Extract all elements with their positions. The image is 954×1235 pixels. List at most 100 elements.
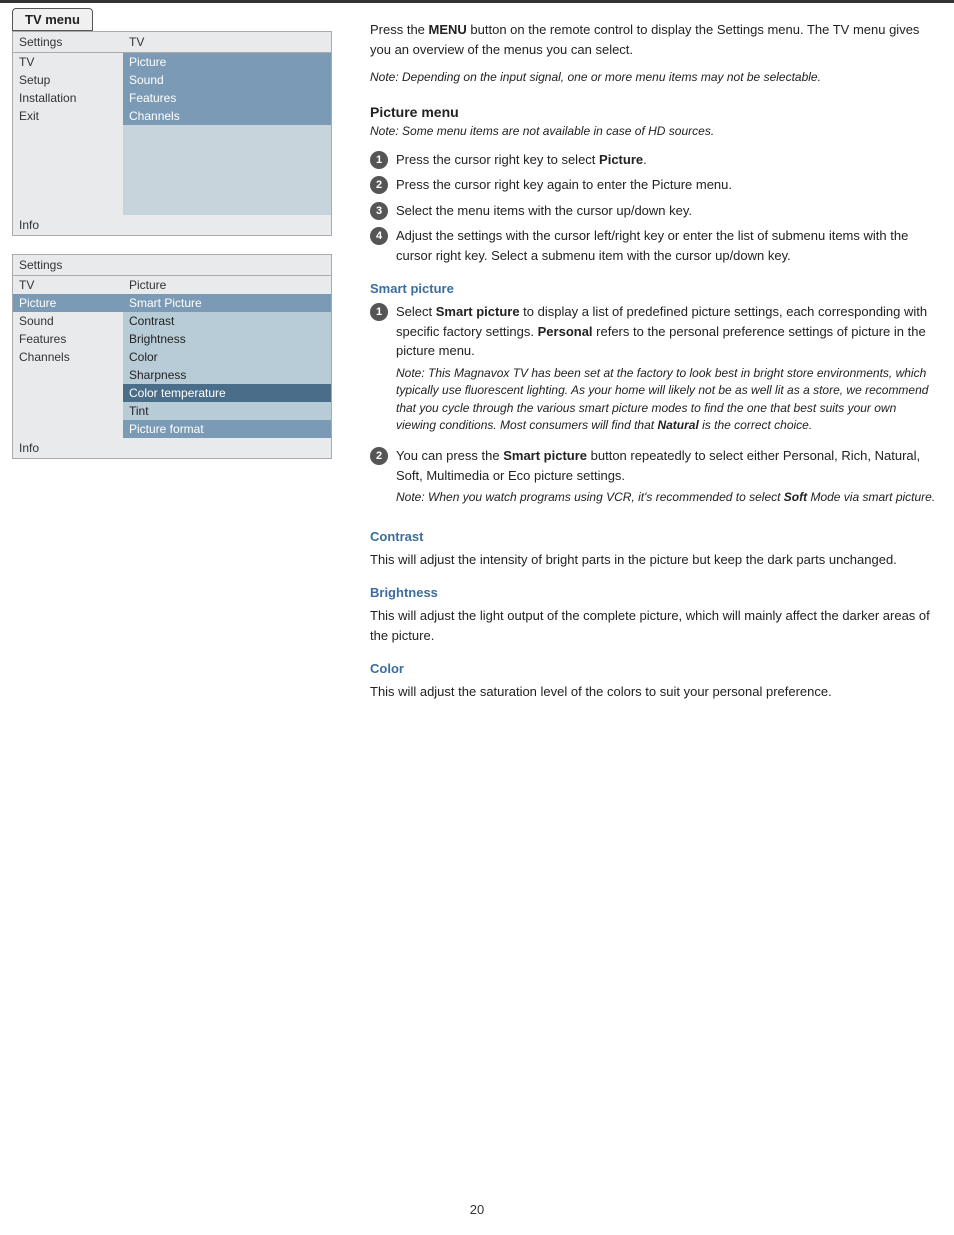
picture-step-1-text: Press the cursor right key to select Pic… [396,150,647,170]
menu2-right-8[interactable]: Tint [123,402,331,420]
right-panel: Press the MENU button on the remote cont… [370,20,936,706]
left-panel: TV menu Settings TV TV Picture Setup Sou… [12,8,352,477]
step-circle-2: 2 [370,176,388,194]
smart-picture-steps: 1 Select Smart picture to display a list… [370,302,936,512]
menu2-right-4[interactable]: Brightness [123,330,331,348]
menu1-left-6 [13,143,123,161]
intro-note: Note: Depending on the input signal, one… [370,69,936,86]
picture-step-2: 2 Press the cursor right key again to en… [370,175,936,195]
menu1-right-1[interactable]: Picture [123,53,331,71]
menu1-row-3: Installation Features [13,89,331,107]
menu2-row-6: Sharpness [13,366,331,384]
menu2-left-7 [13,384,123,402]
brightness-text: This will adjust the light output of the… [370,606,936,645]
menu2-row-3: Sound Contrast [13,312,331,330]
menu1-left-5 [13,125,123,143]
menu-box-2: Settings TV Picture Picture Smart Pictur… [12,254,332,459]
menu1-left-8 [13,179,123,197]
page-number: 20 [470,1202,484,1217]
smart-step-1: 1 Select Smart picture to display a list… [370,302,936,440]
menu1-info: Info [13,215,331,235]
menu-box-1-header: Settings TV [13,32,331,53]
menu2-right-9[interactable]: Picture format [123,420,331,438]
menu2-left-6 [13,366,123,384]
menu2-left-8 [13,402,123,420]
step-circle-3: 3 [370,202,388,220]
menu1-right-8 [123,179,331,197]
step-circle-1: 1 [370,151,388,169]
menu2-left-2: Picture [13,294,123,312]
picture-step-3-text: Select the menu items with the cursor up… [396,201,692,221]
picture-step-4: 4 Adjust the settings with the cursor le… [370,226,936,265]
color-title: Color [370,661,936,676]
smart-circle-1: 1 [370,303,388,321]
menu1-left-1: TV [13,53,123,71]
menu1-right-9 [123,197,331,215]
color-text: This will adjust the saturation level of… [370,682,936,702]
menu2-row-7: Color temperature [13,384,331,402]
menu1-right-7 [123,161,331,179]
menu2-right-6[interactable]: Sharpness [123,366,331,384]
menu1-header-right: TV [129,35,144,49]
menu1-left-3: Installation [13,89,123,107]
menu2-info: Info [13,438,331,458]
menu2-row-5: Channels Color [13,348,331,366]
menu1-right-4[interactable]: Channels [123,107,331,125]
menu1-row-1: TV Picture [13,53,331,71]
top-border [0,0,954,3]
menu2-left-9 [13,420,123,438]
smart-step-1-note: Note: This Magnavox TV has been set at t… [396,365,936,435]
menu2-right-3[interactable]: Contrast [123,312,331,330]
menu2-right-7[interactable]: Color temperature [123,384,331,402]
menu1-left-2: Setup [13,71,123,89]
picture-menu-title: Picture menu [370,104,936,120]
menu1-row-4: Exit Channels [13,107,331,125]
menu1-left-4: Exit [13,107,123,125]
menu2-right-2[interactable]: Smart Picture [123,294,331,312]
smart-picture-title: Smart picture [370,281,936,296]
picture-step-3: 3 Select the menu items with the cursor … [370,201,936,221]
picture-step-2-text: Press the cursor right key again to ente… [396,175,732,195]
menu2-row-2: Picture Smart Picture [13,294,331,312]
contrast-text: This will adjust the intensity of bright… [370,550,936,570]
smart-step-2: 2 You can press the Smart picture button… [370,446,936,512]
menu2-header-left: Settings [19,258,129,272]
smart-step-2-text: You can press the Smart picture button r… [396,446,936,485]
menu2-row-1: TV Picture [13,276,331,294]
menu1-header-left: Settings [19,35,129,49]
menu2-left-3: Sound [13,312,123,330]
menu1-row-5 [13,125,331,143]
contrast-title: Contrast [370,529,936,544]
smart-circle-2: 2 [370,447,388,465]
menu-box-1: Settings TV TV Picture Setup Sound Insta… [12,31,332,236]
menu2-row-4: Features Brightness [13,330,331,348]
menu1-left-7 [13,161,123,179]
brightness-title: Brightness [370,585,936,600]
menu1-right-6 [123,143,331,161]
picture-step-1: 1 Press the cursor right key to select P… [370,150,936,170]
menu1-row-8 [13,179,331,197]
menu1-left-9 [13,197,123,215]
menu2-row-9: Picture format [13,420,331,438]
menu1-row-9 [13,197,331,215]
menu2-row-8: Tint [13,402,331,420]
picture-menu-steps: 1 Press the cursor right key to select P… [370,150,936,266]
picture-step-4-text: Adjust the settings with the cursor left… [396,226,936,265]
menu2-left-1: TV [13,276,123,294]
menu2-right-1[interactable]: Picture [123,276,331,294]
menu2-left-4: Features [13,330,123,348]
menu-box-2-header: Settings [13,255,331,276]
menu2-right-5[interactable]: Color [123,348,331,366]
smart-step-2-note: Note: When you watch programs using VCR,… [396,489,935,506]
intro-text: Press the MENU button on the remote cont… [370,20,936,59]
menu1-row-2: Setup Sound [13,71,331,89]
smart-step-1-text: Select Smart picture to display a list o… [396,302,936,361]
menu1-right-5 [123,125,331,143]
menu1-right-2[interactable]: Sound [123,71,331,89]
menu1-row-6 [13,143,331,161]
menu2-left-5: Channels [13,348,123,366]
menu1-row-7 [13,161,331,179]
tv-menu-label: TV menu [12,8,93,31]
menu1-right-3[interactable]: Features [123,89,331,107]
step-circle-4: 4 [370,227,388,245]
